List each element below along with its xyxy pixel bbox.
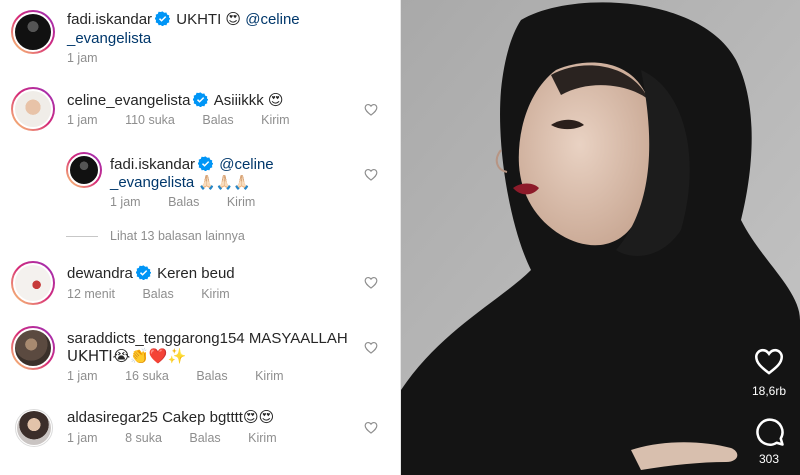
send-button[interactable]: Kirim: [248, 431, 276, 445]
avatar[interactable]: [11, 261, 55, 305]
comment-text: Asiiikkk 😍: [213, 92, 284, 109]
verified-badge-icon: [155, 11, 171, 26]
send-button[interactable]: Kirim: [255, 369, 283, 383]
like-heart-icon[interactable]: [364, 341, 378, 354]
like-heart-icon[interactable]: [364, 103, 378, 116]
comment-username[interactable]: fadi.iskandar: [110, 156, 195, 173]
comments-panel: fadi.iskandar UKHTI 😍 @celine _evangelis…: [0, 0, 400, 475]
video-frame-image: [401, 0, 800, 475]
comment-mention[interactable]: @celine: [219, 156, 273, 173]
comment-likes[interactable]: 8 suka: [125, 431, 162, 445]
divider-line: [66, 235, 98, 237]
comment-text: UKHTI 😍: [176, 11, 242, 28]
reply-button[interactable]: Balas: [202, 113, 233, 127]
like-heart-icon[interactable]: [753, 347, 785, 375]
reply-button[interactable]: Balas: [168, 195, 199, 209]
comment-time: 12 menit: [67, 287, 115, 301]
comment-count: 303: [758, 452, 780, 466]
send-button[interactable]: Kirim: [201, 287, 229, 301]
like-heart-icon[interactable]: [364, 276, 378, 289]
comment-text-cont: UKHTI😭👏❤️✨: [67, 347, 187, 365]
view-more-label[interactable]: Lihat 13 balasan lainnya: [110, 229, 245, 243]
comment-username[interactable]: aldasiregar25: [67, 409, 158, 426]
avatar[interactable]: [11, 326, 55, 370]
avatar[interactable]: [11, 10, 55, 54]
verified-badge-icon: [135, 265, 151, 280]
like-count: 18,6rb: [751, 384, 787, 398]
comment-time: 1 jam: [67, 113, 98, 127]
like-heart-icon[interactable]: [364, 168, 378, 181]
verified-badge-icon: [198, 156, 214, 171]
video-player[interactable]: 18,6rb 303: [401, 0, 800, 475]
comment-username[interactable]: dewandra: [67, 265, 133, 282]
like-heart-icon[interactable]: [364, 421, 378, 434]
send-button[interactable]: Kirim: [261, 113, 289, 127]
comment-mention-cont[interactable]: _evangelista: [110, 174, 194, 191]
avatar[interactable]: [15, 409, 53, 447]
reply-button[interactable]: Balas: [196, 369, 227, 383]
comment-text: Keren beud: [157, 265, 235, 282]
comment-text: Cakep bgtttt😍😍: [162, 409, 275, 426]
comment-mention[interactable]: @celine: [245, 11, 299, 28]
send-button[interactable]: Kirim: [227, 195, 255, 209]
comment-username[interactable]: fadi.iskandar: [67, 11, 152, 28]
comment-username[interactable]: celine_evangelista: [67, 92, 190, 109]
comment-time: 1 jam: [67, 51, 98, 65]
comment-likes[interactable]: 16 suka: [125, 369, 169, 383]
comment-emoji: 🙏🏻🙏🏻🙏🏻: [198, 175, 251, 191]
avatar[interactable]: [11, 87, 55, 131]
reply-button[interactable]: Balas: [189, 431, 220, 445]
comment-likes[interactable]: 110 suka: [125, 113, 175, 127]
comment-mention-cont[interactable]: _evangelista: [67, 30, 151, 47]
verified-badge-icon: [193, 92, 209, 107]
comment-time: 1 jam: [67, 431, 98, 445]
reply-button[interactable]: Balas: [142, 287, 173, 301]
comment-username[interactable]: saraddicts_tenggarong154: [67, 330, 245, 347]
comment-time: 1 jam: [110, 195, 141, 209]
comment-text: MASYAALLAH: [248, 330, 348, 347]
avatar[interactable]: [66, 152, 102, 188]
view-more-replies[interactable]: Lihat 13 balasan lainnya: [66, 229, 245, 243]
comment-bubble-icon[interactable]: [755, 417, 785, 447]
comment-time: 1 jam: [67, 369, 98, 383]
